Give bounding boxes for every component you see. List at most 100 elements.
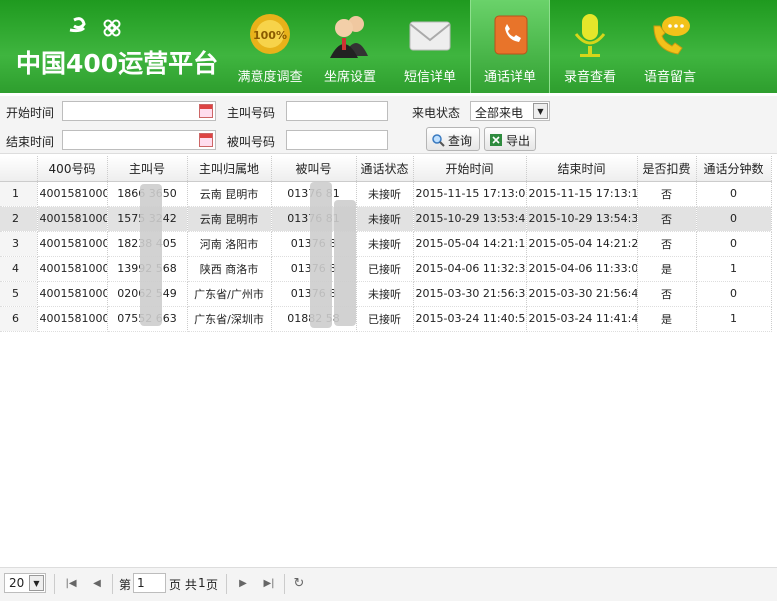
- table-cell: 已接听: [356, 256, 414, 282]
- page-number-input[interactable]: 1: [133, 573, 166, 593]
- table-cell: 2015-11-15 17:13:07: [413, 181, 527, 207]
- table-cell: 0: [696, 181, 772, 207]
- last-page-icon[interactable]: ▶|: [262, 577, 276, 591]
- callee-input[interactable]: [286, 130, 388, 150]
- table-cell: 2015-03-24 11:40:58: [413, 306, 527, 332]
- envelope-icon: [409, 21, 451, 51]
- row-number: 5: [0, 281, 38, 307]
- table-row[interactable]: 3 4001581000 18238 405 河南 洛阳市 01376 8 未接听 2015…: [0, 231, 772, 257]
- start-time-input[interactable]: [62, 101, 216, 121]
- page-number-value: 1: [137, 576, 145, 590]
- table-cell: 未接听: [356, 231, 414, 257]
- page-size-select[interactable]: 20 ▼: [4, 573, 46, 593]
- call-status-value: 全部来电: [475, 106, 524, 120]
- nav-sms-detail[interactable]: 短信详单: [390, 0, 470, 93]
- redaction-mask: [310, 182, 332, 328]
- table-row[interactable]: 6 4001581000 07552 663 广东省/深圳市 01882 58 已接听 20…: [0, 306, 772, 332]
- nav-label: 语音留言: [643, 70, 696, 85]
- table-cell: 0: [696, 206, 772, 232]
- table-row[interactable]: 2 4001581000 1575 3242 云南 昆明市 01376 81 未接听 201…: [0, 206, 772, 232]
- phone-book-icon: [494, 15, 528, 55]
- row-number: 3: [0, 231, 38, 257]
- table-cell: 0: [696, 281, 772, 307]
- table-cell: 1: [696, 306, 772, 332]
- table-cell: 云南 昆明市: [187, 181, 272, 207]
- query-button[interactable]: 查询: [426, 127, 480, 151]
- svg-text:100%: 100%: [253, 29, 287, 42]
- column-header[interactable]: 主叫号: [107, 156, 188, 182]
- table-cell: 2015-03-24 11:41:49: [526, 306, 638, 332]
- column-header[interactable]: 通话分钟数: [696, 156, 772, 182]
- column-header[interactable]: 400号码: [37, 156, 108, 182]
- table-cell: 4001581000: [37, 231, 108, 257]
- table-cell: 否: [637, 231, 697, 257]
- column-header[interactable]: 通话状态: [356, 156, 414, 182]
- table-cell: 河南 洛阳市: [187, 231, 272, 257]
- table-row[interactable]: 1 4001581000 1866 3650 云南 昆明市 01376 81 未接听 201…: [0, 181, 772, 207]
- nav-label: 满意度调查: [237, 70, 303, 85]
- call-detail-table: 400号码 主叫号 主叫归属地 被叫号 通话状态 开始时间 结束时间 是否扣费 …: [0, 156, 772, 332]
- table-cell: 是: [637, 256, 697, 282]
- table-cell: 否: [637, 206, 697, 232]
- excel-icon: [490, 134, 502, 146]
- table-cell: 广东省/广州市: [187, 281, 272, 307]
- app-header: 中国400运营平台 100% 满意度调查 坐席设置 短信详单 通话详单 录音查看…: [0, 0, 777, 93]
- table-cell: 否: [637, 181, 697, 207]
- redaction-mask: [334, 200, 356, 326]
- table-row[interactable]: 4 4001581000 13992 568 陕西 商洛市 01376 8 已接听 2015…: [0, 256, 772, 282]
- export-button-label: 导出: [506, 134, 531, 148]
- nav-recording-view[interactable]: 录音查看: [550, 0, 630, 93]
- refresh-icon[interactable]: ↻: [292, 577, 306, 591]
- total-pages: 1: [198, 576, 206, 590]
- first-page-icon[interactable]: |◀: [64, 577, 78, 591]
- caller-input[interactable]: [286, 101, 388, 121]
- nav-call-detail[interactable]: 通话详单: [470, 0, 550, 93]
- nav-voice-message[interactable]: 语音留言: [630, 0, 710, 93]
- end-time-input[interactable]: [62, 130, 216, 150]
- table-cell: 2015-04-06 11:32:39: [413, 256, 527, 282]
- row-number: 2: [0, 206, 38, 232]
- table-cell: 4001581000: [37, 256, 108, 282]
- row-number: 1: [0, 181, 38, 207]
- table-cell: 2015-05-04 14:21:11: [413, 231, 527, 257]
- phone-bubble-icon: [653, 16, 690, 55]
- nav-satisfaction-survey[interactable]: 100% 满意度调查: [230, 0, 310, 93]
- call-status-select[interactable]: 全部来电 ▼: [470, 101, 550, 121]
- column-header[interactable]: 是否扣费: [637, 156, 697, 182]
- badge-100-icon: 100%: [250, 14, 290, 54]
- column-header[interactable]: 结束时间: [526, 156, 638, 182]
- table-cell: 否: [637, 281, 697, 307]
- nav-agent-settings[interactable]: 坐席设置: [310, 0, 390, 93]
- table-cell: 未接听: [356, 181, 414, 207]
- next-page-icon[interactable]: ▶: [236, 577, 250, 591]
- microphone-icon: [574, 14, 606, 57]
- start-time-label: 开始时间: [6, 106, 55, 120]
- calendar-icon[interactable]: [199, 133, 213, 147]
- table-row[interactable]: 5 4001581000 02062 549 广东省/广州市 01376 8 未接听 201…: [0, 281, 772, 307]
- nav-label: 通话详单: [483, 70, 536, 85]
- table-cell: 2015-10-29 13:54:38: [526, 206, 638, 232]
- table-cell: 2015-03-30 21:56:33: [413, 281, 527, 307]
- export-button[interactable]: 导出: [484, 127, 536, 151]
- table-cell: 4001581000: [37, 306, 108, 332]
- column-header[interactable]: 主叫归属地: [187, 156, 272, 182]
- end-time-label: 结束时间: [6, 135, 55, 149]
- page-prefix: 第: [119, 578, 132, 592]
- table-cell: 4001581000: [37, 181, 108, 207]
- row-number: 4: [0, 256, 38, 282]
- pagination-bar: 20 ▼ |◀ ◀ 第 1 页 共 1 页 ▶ ▶| ↻: [0, 567, 777, 601]
- table-cell: 未接听: [356, 206, 414, 232]
- table-cell: 0: [696, 231, 772, 257]
- calendar-icon[interactable]: [199, 104, 213, 118]
- chevron-down-icon: ▼: [533, 103, 548, 119]
- table-cell: 2015-03-30 21:56:44: [526, 281, 638, 307]
- search-icon: [432, 134, 445, 147]
- page-size-value: 20: [9, 576, 25, 590]
- table-header: 400号码 主叫号 主叫归属地 被叫号 通话状态 开始时间 结束时间 是否扣费 …: [0, 156, 772, 182]
- table-cell: 是: [637, 306, 697, 332]
- column-header[interactable]: 被叫号: [271, 156, 357, 182]
- nav-label: 短信详单: [403, 70, 456, 85]
- prev-page-icon[interactable]: ◀: [90, 577, 104, 591]
- brand-marks-icon: [69, 17, 121, 37]
- column-header[interactable]: 开始时间: [413, 156, 527, 182]
